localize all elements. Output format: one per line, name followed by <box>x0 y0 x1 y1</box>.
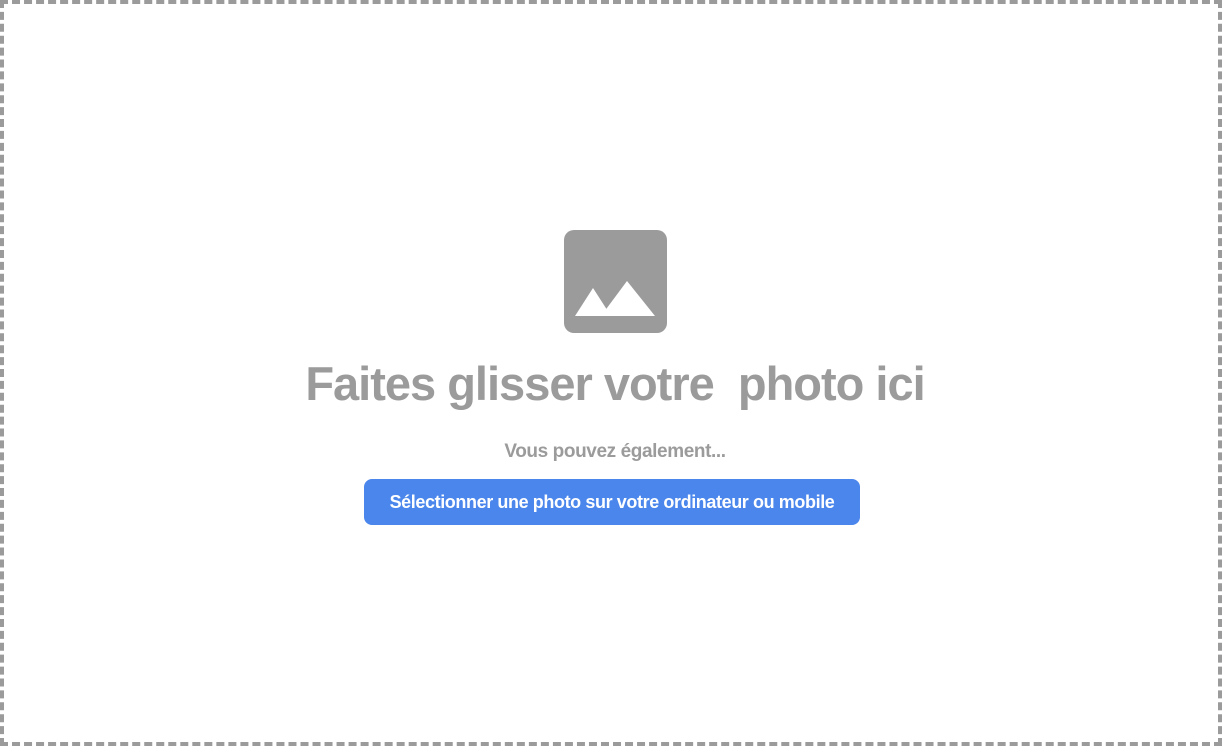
dropzone-title: Faites glisser votre photo ici <box>305 357 925 410</box>
image-mountains-icon-graphic <box>575 281 655 316</box>
dropzone-subtitle: Vous pouvez également... <box>504 441 726 462</box>
photo-dropzone[interactable]: Faites glisser votre photo ici Vous pouv… <box>0 0 1222 746</box>
select-photo-button[interactable]: Sélectionner une photo sur votre ordinat… <box>364 479 860 525</box>
image-mountains-icon <box>564 230 667 333</box>
